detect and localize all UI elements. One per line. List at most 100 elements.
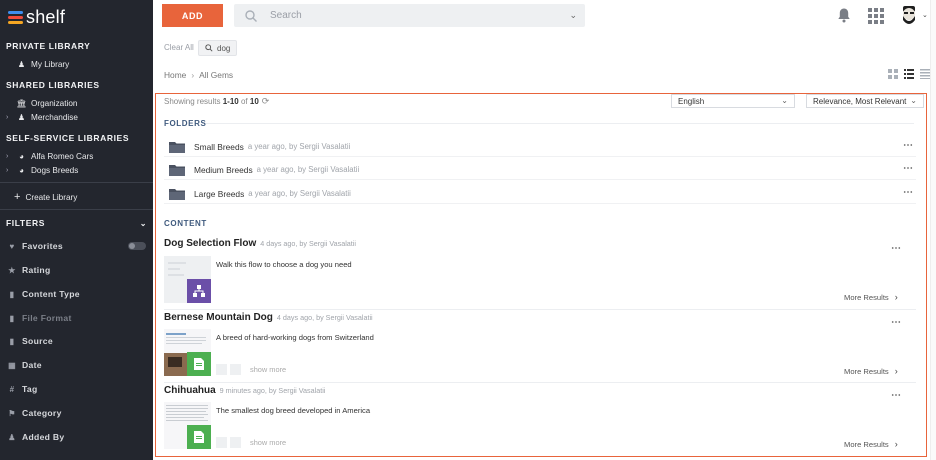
show-more-label[interactable]: show more xyxy=(250,365,286,374)
create-library-button[interactable]: + Create Library xyxy=(14,191,77,203)
sidebar: shelf PRIVATE LIBRARY ♟ My Library SHARE… xyxy=(0,0,153,460)
folder-icon xyxy=(169,188,185,200)
folder-row[interactable]: Large Breeds a year ago, by Sergii Vasal… xyxy=(164,184,916,204)
chevron-right-icon[interactable]: › xyxy=(6,153,15,160)
compact-view-icon[interactable] xyxy=(920,69,930,79)
bell-icon[interactable] xyxy=(837,7,851,23)
gem-meta: 4 days ago, by Sergii Vasalatii xyxy=(260,239,356,248)
search-input[interactable] xyxy=(270,10,550,21)
add-button[interactable]: ADD xyxy=(162,4,223,27)
chevron-down-icon[interactable]: ⌄ xyxy=(140,219,147,228)
logo-text: shelf xyxy=(26,6,66,27)
chevron-right-icon[interactable]: › xyxy=(6,167,15,174)
users-icon: ♟ xyxy=(17,60,26,69)
plus-icon: + xyxy=(14,191,21,203)
calendar-icon: ▦ xyxy=(8,360,16,370)
folder-name[interactable]: Small Breeds xyxy=(194,142,244,152)
show-more-link[interactable]: show more xyxy=(216,437,286,448)
filter-favorites[interactable]: ♥ Favorites xyxy=(6,241,146,251)
more-results-link[interactable]: More Results › xyxy=(844,366,898,376)
filter-source[interactable]: ▮ Source xyxy=(6,336,146,346)
search-bar[interactable]: ⌄ xyxy=(234,4,585,27)
hash-icon: # xyxy=(9,384,15,394)
filter-added-by[interactable]: ♟ Added By xyxy=(6,432,146,442)
language-select[interactable]: English ⌄ xyxy=(671,94,795,108)
tag-placeholder xyxy=(230,364,241,375)
more-results-label: More Results xyxy=(844,439,889,449)
filter-date[interactable]: ▦ Date xyxy=(6,360,146,370)
refresh-icon[interactable]: ⟳ xyxy=(262,96,270,107)
filter-content-type[interactable]: ▮ Content Type xyxy=(6,289,146,299)
create-library-label: Create Library xyxy=(25,192,78,202)
more-options-icon[interactable]: ⋯ xyxy=(891,317,901,328)
tag-placeholder xyxy=(230,437,241,448)
document-icon xyxy=(194,431,204,443)
filter-label: Content Type xyxy=(22,289,80,299)
gem-title[interactable]: Dog Selection Flow 4 days ago, by Sergii… xyxy=(164,238,356,249)
more-results-link[interactable]: More Results › xyxy=(844,292,898,302)
more-options-icon[interactable]: ⋯ xyxy=(891,243,901,254)
folder-name[interactable]: Medium Breeds xyxy=(194,165,253,175)
globe-icon: ◕ xyxy=(19,166,24,175)
tag-placeholder xyxy=(216,364,227,375)
grid-view-icon[interactable] xyxy=(888,69,898,79)
favorites-toggle[interactable] xyxy=(128,242,146,250)
avatar[interactable] xyxy=(898,4,920,26)
sidebar-item-my-library[interactable]: ♟ My Library xyxy=(6,58,146,71)
filter-tag[interactable]: # Tag xyxy=(6,384,146,394)
chevron-right-icon: › xyxy=(894,292,898,302)
apps-grid-icon[interactable] xyxy=(868,8,884,24)
show-more-label[interactable]: show more xyxy=(250,438,286,447)
gem-thumbnail[interactable] xyxy=(164,329,211,376)
chevron-right-icon[interactable]: › xyxy=(6,114,15,121)
shelf-logo[interactable]: shelf xyxy=(8,7,65,27)
sidebar-item-organization[interactable]: 🏛 Organization xyxy=(6,97,146,110)
sort-value: Relevance, Most Relevant xyxy=(813,96,907,106)
shelf-logo-icon xyxy=(8,10,23,24)
scrollbar[interactable] xyxy=(930,0,936,460)
document-badge xyxy=(187,425,211,449)
gem-thumbnail[interactable] xyxy=(164,256,211,303)
chevron-down-icon: ⌄ xyxy=(781,96,788,105)
breadcrumb-home[interactable]: Home xyxy=(164,70,186,80)
gem-title-text[interactable]: Dog Selection Flow xyxy=(164,238,256,249)
filters-header[interactable]: FILTERS ⌄ xyxy=(6,218,147,228)
folder-meta: a year ago, by Sergii Vasalatii xyxy=(256,165,360,174)
card-divider xyxy=(164,382,916,383)
folder-row[interactable]: Medium Breeds a year ago, by Sergii Vasa… xyxy=(164,160,916,180)
document-badge xyxy=(187,352,211,376)
chevron-down-icon[interactable]: ⌄ xyxy=(569,10,577,21)
more-results-label: More Results xyxy=(844,366,889,376)
breadcrumb: Home › All Gems xyxy=(164,70,233,80)
sidebar-item-merchandise[interactable]: › ♟ Merchandise xyxy=(6,111,146,124)
more-options-icon[interactable]: ⋯ xyxy=(891,390,901,401)
sidebar-item-alfa-romeo-cars[interactable]: › ◕ Alfa Romeo Cars xyxy=(6,150,146,163)
gem-title[interactable]: Chihuahua 9 minutes ago, by Sergii Vasal… xyxy=(164,385,325,396)
content-section-title: CONTENT xyxy=(164,219,207,228)
gem-title[interactable]: Bernese Mountain Dog 4 days ago, by Serg… xyxy=(164,312,373,323)
search-chip[interactable]: dog xyxy=(198,40,238,56)
more-options-icon[interactable]: ⋯ xyxy=(903,140,913,151)
gem-title-text[interactable]: Chihuahua xyxy=(164,385,216,396)
folder-row[interactable]: Small Breeds a year ago, by Sergii Vasal… xyxy=(164,137,916,157)
list-view-icon[interactable] xyxy=(904,69,914,79)
clear-all-link[interactable]: Clear All xyxy=(164,43,194,52)
more-options-icon[interactable]: ⋯ xyxy=(903,187,913,198)
gem-title-text[interactable]: Bernese Mountain Dog xyxy=(164,312,273,323)
gem-thumbnail[interactable] xyxy=(164,402,211,449)
chevron-down-icon[interactable]: ⌄ xyxy=(922,11,928,19)
sidebar-item-dogs-breeds[interactable]: › ◕ Dogs Breeds xyxy=(6,164,146,177)
language-value: English xyxy=(678,96,705,106)
file-icon: ▮ xyxy=(9,336,15,346)
filter-rating[interactable]: ★ Rating xyxy=(6,265,146,275)
folder-meta: a year ago, by Sergii Vasalatii xyxy=(248,189,351,198)
sort-select[interactable]: Relevance, Most Relevant ⌄ xyxy=(806,94,924,108)
search-icon xyxy=(205,44,213,52)
more-options-icon[interactable]: ⋯ xyxy=(903,163,913,174)
show-more-link[interactable]: show more xyxy=(216,364,286,375)
sidebar-divider xyxy=(0,182,153,183)
filter-category[interactable]: ⚑ Category xyxy=(6,408,146,418)
building-icon: 🏛 xyxy=(16,99,27,108)
more-results-link[interactable]: More Results › xyxy=(844,439,898,449)
folder-name[interactable]: Large Breeds xyxy=(194,189,244,199)
